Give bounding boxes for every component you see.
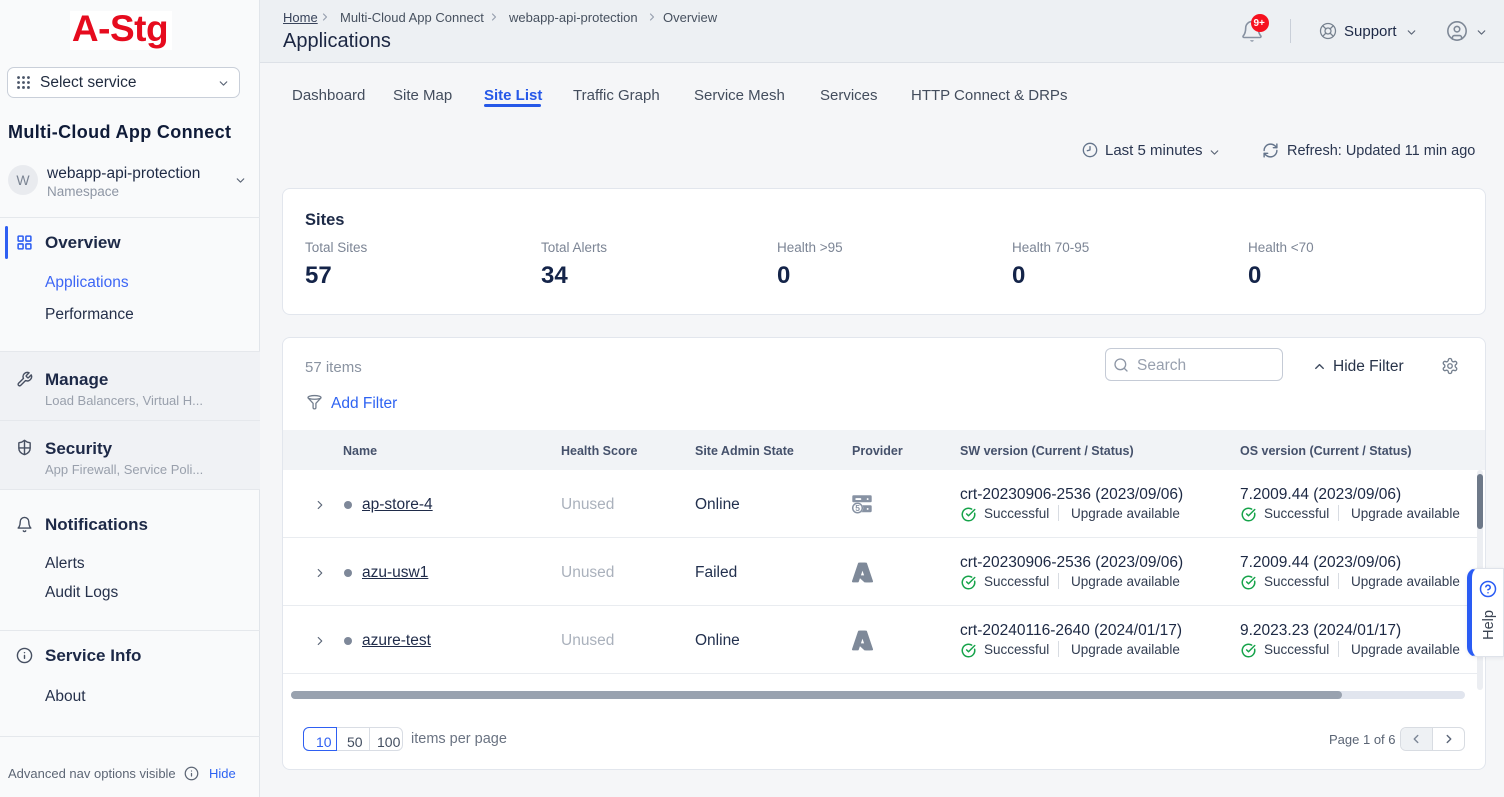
svg-text:5: 5 [855, 503, 860, 513]
